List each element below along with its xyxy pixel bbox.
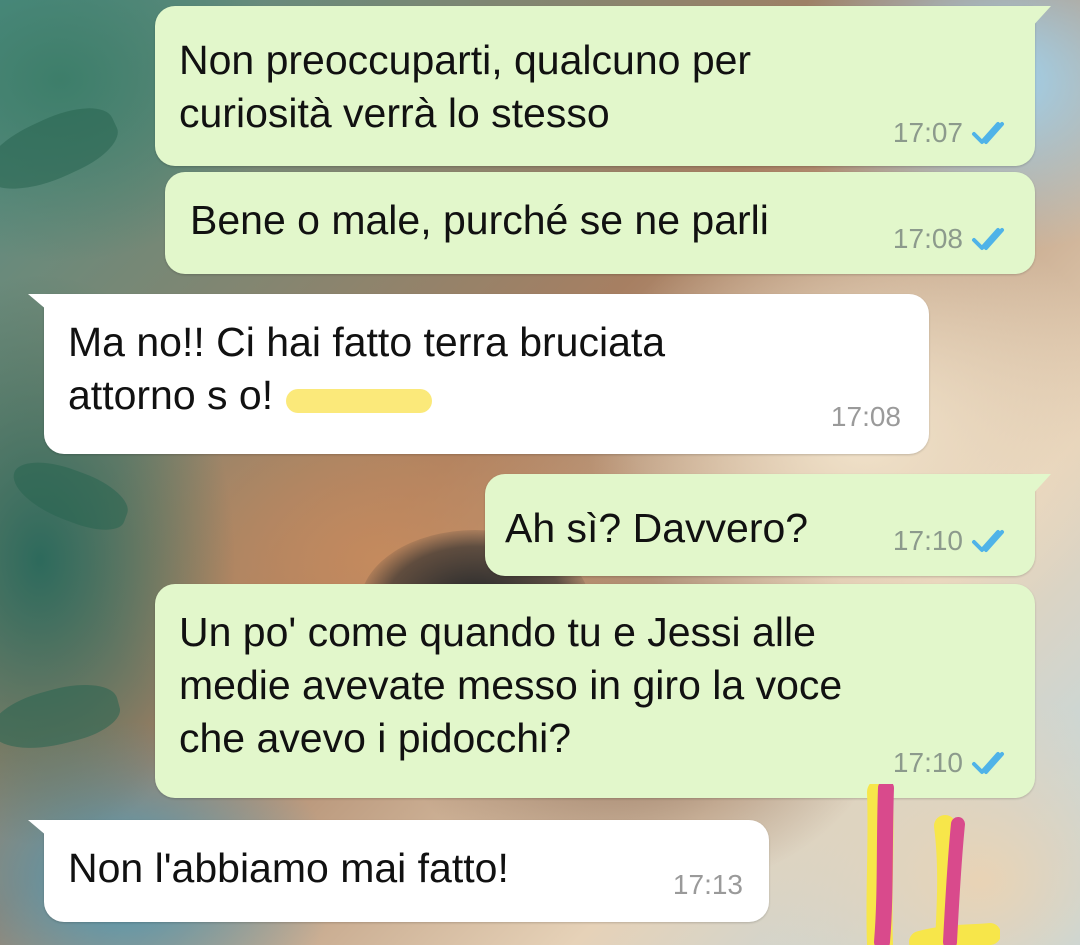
message-time: 17:10: [892, 525, 963, 556]
bubble-tail: [1025, 474, 1051, 496]
message-text: Non preoccuparti, qualcuno per curiosità…: [179, 37, 752, 136]
message-time: 17:10: [892, 747, 963, 778]
redaction-highlight: [286, 389, 432, 413]
bubble-tail: [1025, 6, 1051, 28]
double-check-icon: [972, 530, 1004, 552]
message-text: Ah sì? Davvero?: [505, 505, 809, 551]
message-text: Un po' come quando tu e Jessi alle medie…: [179, 609, 843, 761]
message-bubble-outgoing[interactable]: Non preoccuparti, qualcuno per curiosità…: [155, 6, 1051, 166]
message-bubble-outgoing[interactable]: Bene o male, purché se ne parli 17:08: [165, 172, 1035, 274]
message-meta: 17:07: [893, 116, 1013, 150]
message-meta: 17:10: [893, 524, 1013, 558]
wallpaper-leaf: [0, 93, 127, 207]
double-check-icon: [972, 122, 1004, 144]
hand-drawn-sticker-icon: [866, 784, 1000, 945]
wallpaper-leaf: [0, 674, 125, 761]
wallpaper-leaf: [5, 450, 135, 540]
message-bubble-incoming[interactable]: Non l'abbiamo mai fatto! 17:13: [28, 820, 769, 922]
message-bubble-outgoing[interactable]: Ah sì? Davvero? 17:10: [485, 474, 1051, 576]
bubble-tail: [28, 294, 54, 316]
message-meta: 17:08: [893, 222, 1013, 256]
message-bubble-incoming[interactable]: Ma no!! Ci hai fatto terra bruciata atto…: [28, 294, 929, 454]
message-meta: 17:10: [893, 746, 1013, 780]
message-meta: 17:08: [831, 400, 901, 434]
message-time: 17:08: [892, 223, 963, 254]
message-meta: 17:13: [673, 868, 743, 902]
message-bubble-outgoing[interactable]: Un po' come quando tu e Jessi alle medie…: [155, 584, 1035, 798]
message-time: 17:13: [672, 869, 743, 900]
message-text: Non l'abbiamo mai fatto!: [68, 845, 509, 891]
bubble-tail: [28, 820, 54, 842]
double-check-icon: [972, 228, 1004, 250]
message-text: Bene o male, purché se ne parli: [190, 197, 769, 243]
message-time: 17:08: [830, 401, 901, 432]
message-time: 17:07: [892, 117, 963, 148]
double-check-icon: [972, 752, 1004, 774]
